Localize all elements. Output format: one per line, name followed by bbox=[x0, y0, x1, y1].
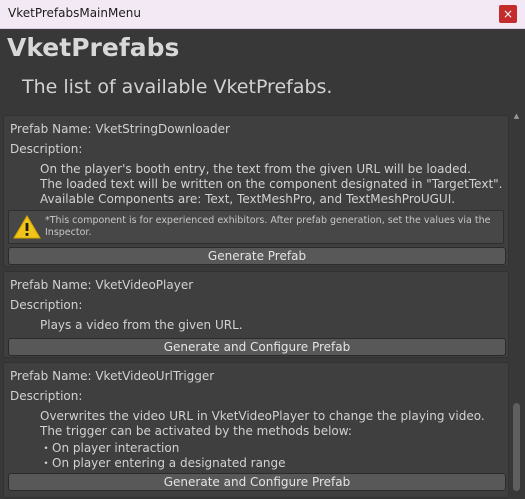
description-line: The loaded text will be written on the c… bbox=[40, 177, 503, 191]
scroll-up-icon[interactable]: ▲ bbox=[512, 111, 521, 121]
warning-text: *This component is for experienced exhib… bbox=[45, 215, 491, 238]
warning-icon bbox=[13, 215, 41, 239]
description-label: Description: bbox=[10, 298, 83, 312]
page-subtitle: The list of available VketPrefabs. bbox=[22, 76, 333, 98]
prefab-name: Prefab Name: VketStringDownloader bbox=[10, 122, 230, 136]
vertical-scrollbar[interactable]: ▲ bbox=[512, 111, 521, 496]
close-button[interactable]: × bbox=[499, 5, 517, 23]
close-icon: × bbox=[502, 7, 514, 21]
prefab-name: Prefab Name: VketVideoPlayer bbox=[10, 278, 194, 292]
scroll-thumb[interactable] bbox=[513, 403, 520, 491]
description-label: Description: bbox=[10, 389, 83, 403]
description-line: Available Components are: Text, TextMesh… bbox=[40, 192, 456, 206]
prefab-card-videourltrigger: Prefab Name: VketVideoUrlTrigger Descrip… bbox=[3, 362, 509, 498]
prefab-card-videoplayer: Prefab Name: VketVideoPlayer Description… bbox=[3, 271, 509, 358]
prefab-card-stringdownloader: Prefab Name: VketStringDownloader Descri… bbox=[3, 115, 509, 267]
generate-prefab-button[interactable]: Generate Prefab bbox=[8, 247, 506, 265]
description-line: Overwrites the video URL in VketVideoPla… bbox=[40, 409, 485, 423]
warning-box: *This component is for experienced exhib… bbox=[8, 210, 504, 244]
generate-configure-prefab-button[interactable]: Generate and Configure Prefab bbox=[8, 473, 506, 491]
prefab-list[interactable]: Prefab Name: VketStringDownloader Descri… bbox=[0, 111, 525, 499]
generate-configure-prefab-button[interactable]: Generate and Configure Prefab bbox=[8, 338, 506, 356]
description-label: Description: bbox=[10, 142, 83, 156]
page-title: VketPrefabs bbox=[7, 33, 180, 62]
prefab-name: Prefab Name: VketVideoUrlTrigger bbox=[10, 369, 215, 383]
window-titlebar: VketPrefabsMainMenu × bbox=[0, 0, 525, 29]
window-title: VketPrefabsMainMenu bbox=[8, 6, 141, 20]
description-line: On the player's booth entry, the text fr… bbox=[40, 162, 471, 176]
description-line: Plays a video from the given URL. bbox=[40, 318, 243, 332]
description-line: ・On player entering a designated range bbox=[40, 456, 286, 470]
description-line: The trigger can be activated by the meth… bbox=[40, 424, 352, 438]
